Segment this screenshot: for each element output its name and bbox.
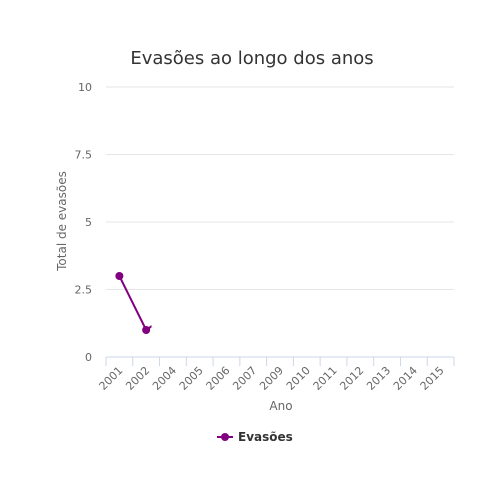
x-tick-label: 2013 (364, 364, 393, 393)
x-tick-label: 2011 (311, 364, 340, 393)
y-tick-label: 7.5 (75, 149, 93, 162)
x-tick-label: 2005 (177, 364, 206, 393)
x-tick-label: 2009 (257, 364, 286, 393)
data-point[interactable] (115, 272, 124, 280)
legend[interactable]: Evasões (217, 430, 293, 444)
legend-marker (221, 433, 229, 441)
y-tick-label: 5 (85, 216, 92, 229)
x-tick-label: 2006 (204, 364, 233, 393)
x-tick-label: 2004 (150, 364, 179, 393)
y-tick-label: 0 (85, 351, 92, 364)
y-tick-label: 10 (78, 81, 92, 94)
y-axis-title: Total de evasões (55, 171, 69, 272)
x-tick-label: 2002 (123, 364, 152, 393)
chart-svg: Evasões ao longo dos anos 0 2.5 5 7.5 10 200… (55, 48, 455, 444)
series-layer (115, 272, 152, 334)
x-axis-title: Ano (269, 399, 292, 413)
x-tick-label: 2015 (418, 364, 447, 393)
x-tick-label: 2001 (97, 364, 126, 393)
series-line (118, 275, 152, 331)
chart-title: Evasões ao longo dos anos (130, 48, 373, 69)
x-tick-label: 2007 (230, 364, 259, 393)
legend-label: Evasões (238, 430, 293, 444)
data-point[interactable] (142, 326, 151, 334)
x-axis: 2001200220042005200620072009201020112012… (97, 356, 455, 393)
x-tick-label: 2010 (284, 364, 313, 393)
y-axis-ticks: 0 2.5 5 7.5 10 (75, 81, 93, 364)
x-tick-label: 2012 (337, 364, 366, 393)
y-tick-label: 2.5 (75, 284, 93, 297)
gridlines (106, 86, 454, 290)
x-tick-label: 2014 (391, 364, 420, 393)
